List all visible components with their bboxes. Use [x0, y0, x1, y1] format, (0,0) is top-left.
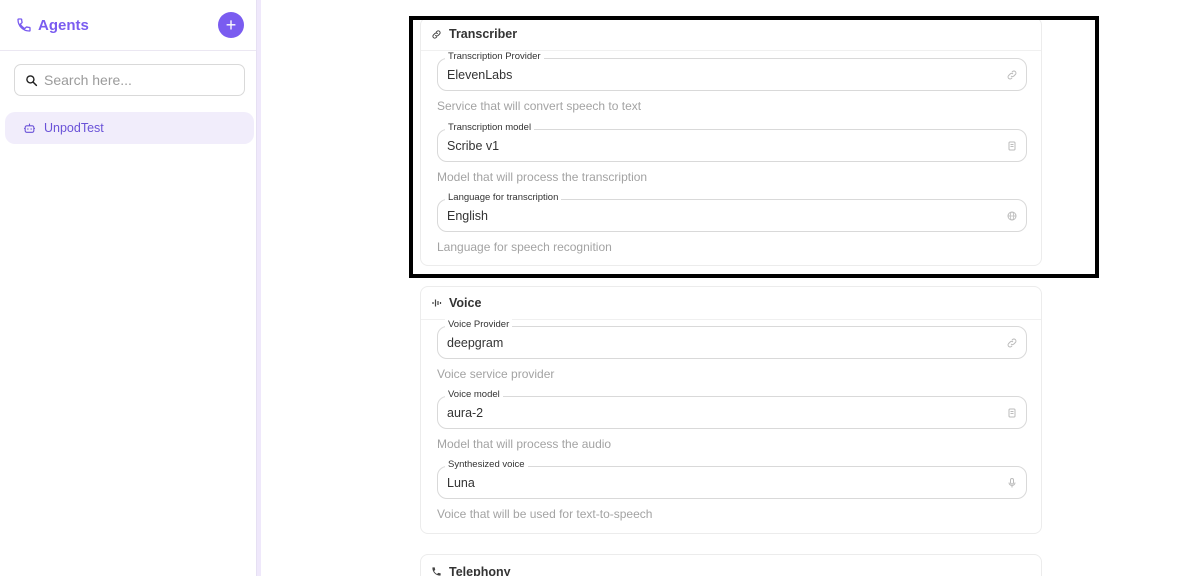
voice-title: Voice: [449, 296, 482, 310]
phone-icon: [431, 566, 443, 576]
transcriber-card: Transcriber Transcription Provider Eleve…: [420, 17, 1042, 266]
transcription-language-field[interactable]: Language for transcription English: [437, 192, 1027, 232]
sidebar-divider: [257, 0, 261, 576]
agent-item-label: UnpodTest: [44, 121, 104, 135]
search-input[interactable]: [44, 72, 234, 88]
field-label: Language for transcription: [445, 192, 562, 204]
transcriber-title: Transcriber: [449, 27, 518, 41]
field-label: Synthesized voice: [445, 459, 528, 471]
field-help: Service that will convert speech to text: [437, 99, 642, 113]
field-help: Language for speech recognition: [437, 240, 612, 254]
field-value: Luna: [447, 475, 475, 490]
robot-icon: [24, 123, 35, 133]
field-value: Scribe v1: [447, 138, 500, 153]
field-help: Voice that will be used for text-to-spee…: [437, 507, 653, 521]
search-box: [14, 64, 245, 96]
sidebar: Agents + UnpodTest: [0, 0, 257, 576]
field-label: Transcription Provider: [445, 51, 544, 63]
voice-header: Voice: [421, 287, 1041, 320]
voice-model-field[interactable]: Voice model aura-2: [437, 389, 1027, 429]
field-value: English: [447, 208, 488, 223]
field-value: aura-2: [447, 405, 484, 420]
chip-icon: [1008, 141, 1016, 151]
field-help: Model that will process the audio: [437, 437, 612, 451]
field-value: deepgram: [447, 335, 504, 350]
synthesized-voice-field[interactable]: Synthesized voice Luna: [437, 459, 1027, 499]
phone-icon: [17, 18, 31, 32]
field-help: Voice service provider: [437, 367, 555, 381]
transcriber-header: Transcriber: [421, 18, 1041, 51]
transcription-model-field[interactable]: Transcription model Scribe v1: [437, 122, 1027, 162]
field-label: Voice model: [445, 389, 503, 401]
voice-provider-field[interactable]: Voice Provider deepgram: [437, 319, 1027, 359]
add-agent-button[interactable]: +: [218, 12, 244, 38]
field-label: Transcription model: [445, 122, 535, 134]
link-icon: [1007, 338, 1017, 348]
globe-icon: [1007, 211, 1017, 221]
link-icon: [431, 28, 443, 40]
telephony-card: Telephony: [420, 554, 1042, 576]
mic-icon: [1008, 478, 1016, 488]
sidebar-header: Agents +: [0, 0, 256, 51]
sidebar-title: Agents: [38, 16, 89, 34]
telephony-title: Telephony: [449, 564, 511, 576]
search-icon: [26, 74, 38, 86]
field-label: Voice Provider: [445, 319, 513, 331]
transcription-provider-field[interactable]: Transcription Provider ElevenLabs: [437, 51, 1027, 91]
link-icon: [1007, 70, 1017, 80]
chip-icon: [1008, 408, 1016, 418]
voice-card: Voice Voice Provider deepgram Voice serv…: [420, 286, 1042, 534]
telephony-header: Telephony: [421, 555, 1041, 576]
field-value: ElevenLabs: [447, 67, 513, 82]
field-help: Model that will process the transcriptio…: [437, 170, 648, 184]
waveform-icon: [431, 297, 443, 309]
agent-item[interactable]: UnpodTest: [5, 112, 254, 144]
